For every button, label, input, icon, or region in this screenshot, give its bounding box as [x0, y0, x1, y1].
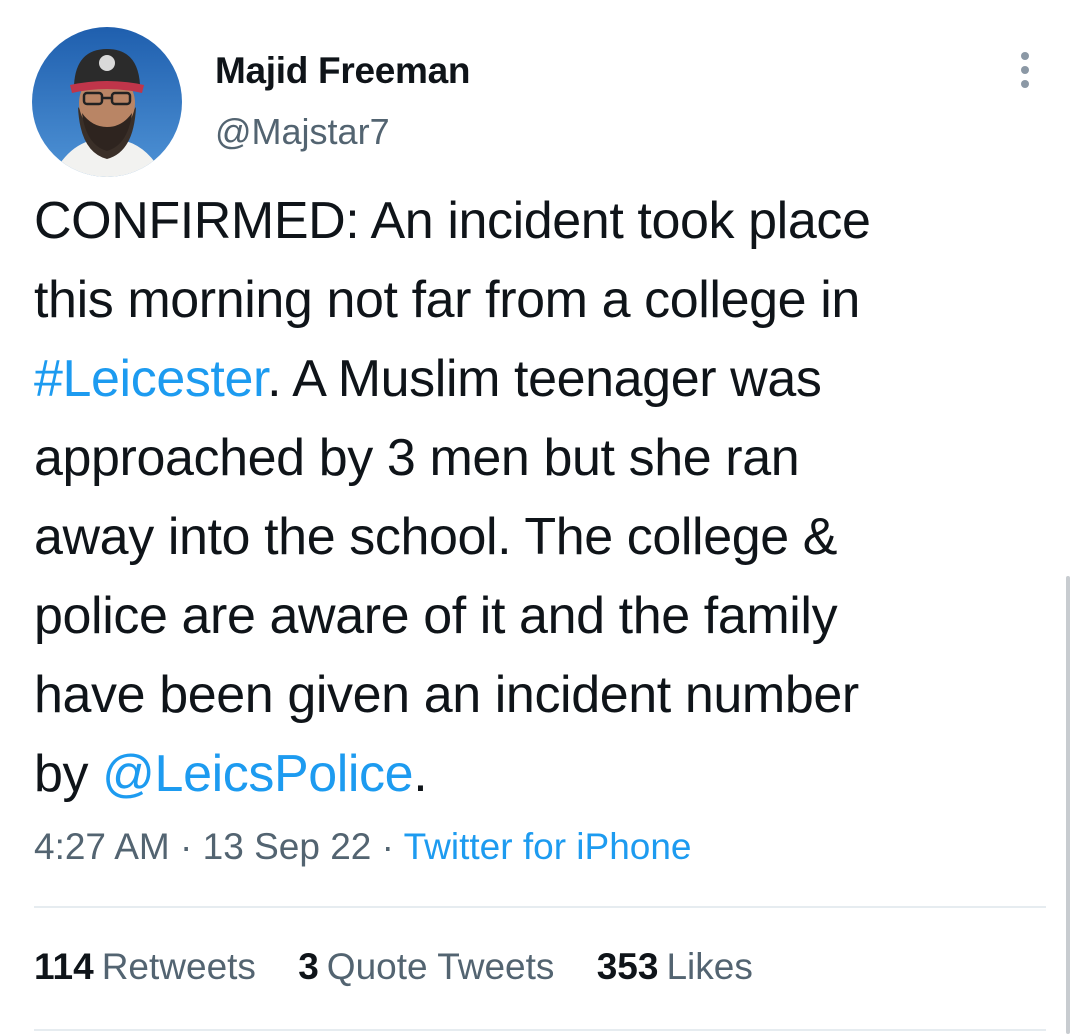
scrollbar[interactable]: [1066, 576, 1070, 1034]
tweet-text-line: approached by 3 men but she ran: [34, 419, 1044, 498]
likes-count: 353: [596, 946, 659, 987]
author-avatar[interactable]: [32, 27, 182, 177]
tweet-text-segment: police are aware of it and the family: [34, 587, 838, 645]
more-options-icon[interactable]: [1008, 48, 1042, 92]
quote-tweets-count: 3: [298, 946, 319, 987]
tweet-text-segment: have been given an incident number: [34, 666, 859, 724]
author-handle[interactable]: @Majstar7: [215, 111, 390, 153]
tweet-text-segment: CONFIRMED: An incident took place: [34, 192, 871, 250]
quote-tweets-stat[interactable]: 3 Quote Tweets: [298, 946, 554, 988]
tweet-text-segment: away into the school. The college &: [34, 508, 838, 566]
likes-label: Likes: [666, 946, 753, 987]
avatar-image: [32, 27, 182, 177]
divider: [34, 906, 1046, 908]
meta-separator: ·: [169, 826, 203, 867]
more-dot: [1021, 80, 1029, 88]
tweet-detail: Majid Freeman @Majstar7 CONFIRMED: An in…: [0, 0, 1072, 1034]
tweet-date[interactable]: 13 Sep 22: [203, 826, 372, 867]
likes-stat[interactable]: 353 Likes: [597, 946, 753, 988]
tweet-text-segment: by: [34, 745, 103, 803]
mention-link[interactable]: @LeicsPolice: [102, 745, 413, 803]
tweet-text-line: away into the school. The college &: [34, 498, 1044, 577]
more-dot: [1021, 66, 1029, 74]
engagement-stats: 114 Retweets 3 Quote Tweets 353 Likes: [34, 946, 785, 988]
more-dot: [1021, 52, 1029, 60]
quote-tweets-label: Quote Tweets: [326, 946, 555, 987]
tweet-text-segment: approached by 3 men but she ran: [34, 429, 800, 487]
tweet-text-segment: this morning not far from a college in: [34, 271, 860, 329]
meta-separator: ·: [371, 826, 404, 867]
tweet-text-line: this morning not far from a college in: [34, 261, 1044, 340]
tweet-text-line: have been given an incident number: [34, 656, 1044, 735]
author-display-name[interactable]: Majid Freeman: [215, 50, 470, 92]
tweet-text-line: CONFIRMED: An incident took place: [34, 182, 1044, 261]
retweets-count: 114: [34, 946, 94, 987]
tweet-text-line: police are aware of it and the family: [34, 577, 1044, 656]
tweet-source-link[interactable]: Twitter for iPhone: [404, 826, 692, 867]
tweet-text-segment: . A Muslim teenager was: [267, 350, 822, 408]
tweet-time[interactable]: 4:27 AM: [34, 826, 170, 867]
retweets-label: Retweets: [101, 946, 256, 987]
tweet-text-line: #Leicester. A Muslim teenager was: [34, 340, 1044, 419]
tweet-text: CONFIRMED: An incident took place this mo…: [34, 182, 1044, 814]
tweet-text-segment: .: [413, 745, 428, 803]
tweet-metadata: 4:27 AM · 13 Sep 22 · Twitter for iPhone: [34, 826, 692, 868]
divider: [34, 1029, 1046, 1031]
hashtag-link[interactable]: #Leicester: [34, 350, 267, 408]
retweets-stat[interactable]: 114 Retweets: [34, 946, 256, 988]
tweet-text-line: by @LeicsPolice.: [34, 735, 1044, 814]
